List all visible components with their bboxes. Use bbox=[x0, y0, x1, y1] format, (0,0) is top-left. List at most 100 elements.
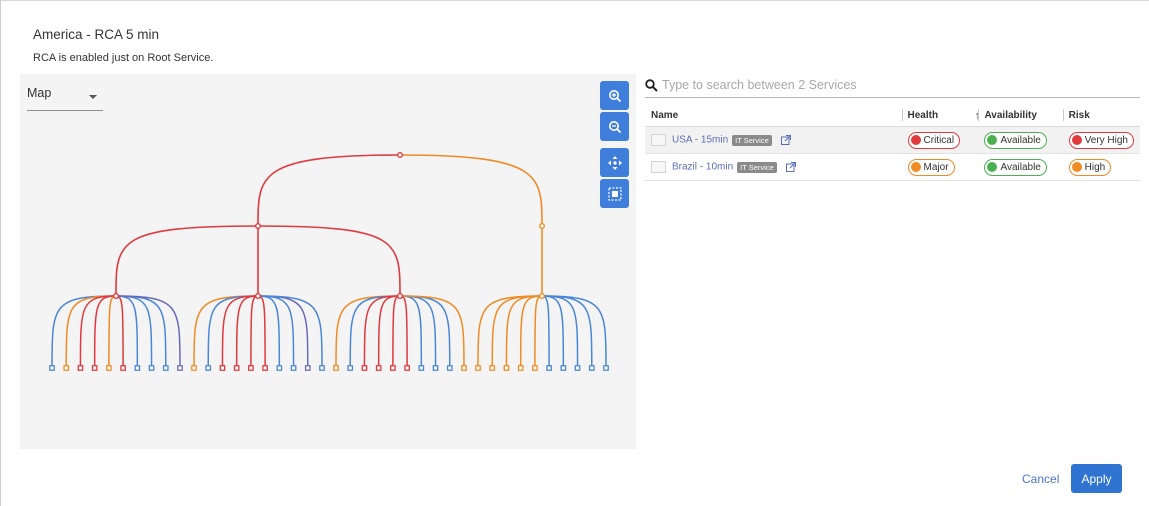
dialog-subtitle: RCA is enabled just on Root Service. bbox=[33, 52, 214, 64]
group-node[interactable] bbox=[112, 292, 119, 299]
table-row[interactable]: USA - 15min IT Service Critical Available… bbox=[645, 126, 1140, 154]
zoom-in-button[interactable] bbox=[600, 81, 629, 110]
tree-edge bbox=[335, 295, 401, 369]
leaf-node[interactable] bbox=[489, 365, 496, 371]
status-dot bbox=[910, 162, 921, 172]
group-node[interactable] bbox=[539, 222, 546, 229]
leaf-node[interactable] bbox=[77, 365, 84, 371]
leaf-node[interactable] bbox=[446, 365, 453, 371]
tree-edge bbox=[477, 295, 543, 369]
tree-edge bbox=[93, 295, 117, 369]
leaf-node[interactable] bbox=[503, 365, 510, 371]
tree-edge bbox=[377, 295, 401, 369]
leaf-node[interactable] bbox=[560, 365, 567, 371]
group-node[interactable] bbox=[254, 292, 261, 299]
apply-button[interactable]: Apply bbox=[1071, 464, 1122, 493]
services-table: Name Health ↑ Availability Risk USA - 15m… bbox=[645, 104, 1140, 181]
leaf-node[interactable] bbox=[248, 365, 254, 371]
tree-edge bbox=[257, 295, 281, 369]
leaf-node[interactable] bbox=[233, 365, 240, 371]
service-search[interactable]: Type to search between 2 Services bbox=[645, 75, 1140, 98]
tree-edge bbox=[541, 295, 607, 369]
leaf-node[interactable] bbox=[361, 365, 368, 371]
tree-edge bbox=[51, 295, 117, 369]
leaf-node[interactable] bbox=[475, 365, 481, 371]
tree-edge bbox=[115, 295, 139, 369]
leaf-node[interactable] bbox=[191, 365, 197, 371]
chevron-down-icon bbox=[89, 95, 97, 99]
tree-edge bbox=[115, 295, 181, 369]
leaf-node[interactable] bbox=[120, 365, 126, 371]
leaf-node[interactable] bbox=[262, 365, 268, 371]
pan-button[interactable] bbox=[600, 148, 629, 177]
leaf-node[interactable] bbox=[205, 365, 212, 371]
leaf-node[interactable] bbox=[517, 365, 524, 371]
group-node[interactable] bbox=[397, 292, 404, 299]
zoom-out-icon bbox=[608, 120, 621, 133]
leaf-node[interactable] bbox=[418, 365, 425, 371]
table-row[interactable]: Brazil - 10min IT Service Major Available… bbox=[645, 153, 1140, 181]
leaf-node[interactable] bbox=[304, 365, 311, 371]
view-select-value: Map bbox=[27, 86, 52, 100]
tree-edge bbox=[541, 295, 550, 369]
view-select[interactable]: Map bbox=[27, 84, 103, 111]
leaf-node[interactable] bbox=[404, 365, 410, 371]
availability-badge: Available bbox=[984, 158, 1047, 176]
leaf-node[interactable] bbox=[134, 365, 141, 371]
tree-edge bbox=[399, 295, 465, 369]
fit-to-screen-button[interactable] bbox=[600, 179, 629, 208]
leaf-node[interactable] bbox=[106, 365, 112, 371]
fit-to-screen-icon bbox=[607, 186, 622, 201]
leaf-node[interactable] bbox=[603, 365, 609, 371]
status-dot bbox=[1071, 162, 1082, 172]
search-input[interactable]: Type to search between 2 Services bbox=[662, 78, 857, 92]
dialog-left-border bbox=[0, 0, 1, 506]
service-tree-graph[interactable] bbox=[20, 74, 636, 449]
leaf-node[interactable] bbox=[148, 365, 155, 371]
leaf-node[interactable] bbox=[546, 365, 552, 371]
tree-edge bbox=[399, 295, 408, 369]
leaf-node[interactable] bbox=[461, 365, 467, 371]
tree-edge bbox=[257, 154, 401, 227]
leaf-node[interactable] bbox=[319, 365, 325, 371]
tree-edge bbox=[399, 295, 423, 369]
leaf-node[interactable] bbox=[177, 365, 183, 371]
leaf-node[interactable] bbox=[574, 365, 581, 371]
leaf-node[interactable] bbox=[532, 365, 538, 371]
leaf-node[interactable] bbox=[63, 365, 70, 371]
tree-edge bbox=[193, 295, 259, 369]
leaf-node[interactable] bbox=[588, 365, 595, 371]
leaf-node[interactable] bbox=[91, 365, 98, 371]
service-link[interactable]: Brazil - 10min bbox=[672, 162, 733, 173]
dialog-title: America - RCA 5 min bbox=[33, 27, 160, 42]
external-link-icon[interactable] bbox=[780, 135, 791, 145]
cancel-button[interactable]: Cancel bbox=[1022, 472, 1059, 486]
column-header-health[interactable]: Health ↑ bbox=[901, 104, 980, 127]
leaf-node[interactable] bbox=[390, 365, 396, 371]
leaf-node[interactable] bbox=[276, 365, 283, 371]
leaf-node[interactable] bbox=[49, 365, 55, 371]
column-header-availability[interactable]: Availability bbox=[978, 104, 1063, 127]
tree-edge bbox=[392, 295, 401, 369]
column-header-risk[interactable]: Risk bbox=[1062, 104, 1140, 127]
leaf-node[interactable] bbox=[219, 365, 226, 371]
search-icon bbox=[645, 79, 658, 92]
service-link[interactable]: USA - 15min bbox=[672, 135, 728, 146]
map-panel[interactable]: Map bbox=[20, 74, 636, 449]
column-header-name[interactable]: Name bbox=[645, 104, 902, 127]
leaf-node[interactable] bbox=[333, 365, 339, 371]
health-badge: Major bbox=[907, 158, 955, 176]
leaf-node[interactable] bbox=[347, 365, 354, 371]
group-node[interactable] bbox=[539, 292, 546, 299]
leaf-node[interactable] bbox=[162, 365, 169, 371]
leaf-node[interactable] bbox=[290, 365, 297, 371]
dialog-top-border bbox=[0, 0, 1149, 1]
external-link-icon[interactable] bbox=[785, 162, 796, 172]
root-service-node[interactable] bbox=[397, 151, 404, 158]
leaf-node[interactable] bbox=[432, 365, 439, 371]
tree-edge bbox=[534, 295, 543, 369]
group-node[interactable] bbox=[254, 222, 261, 229]
service-type-badge: IT Service bbox=[732, 134, 772, 146]
zoom-out-button[interactable] bbox=[600, 112, 629, 141]
leaf-node[interactable] bbox=[375, 365, 382, 371]
